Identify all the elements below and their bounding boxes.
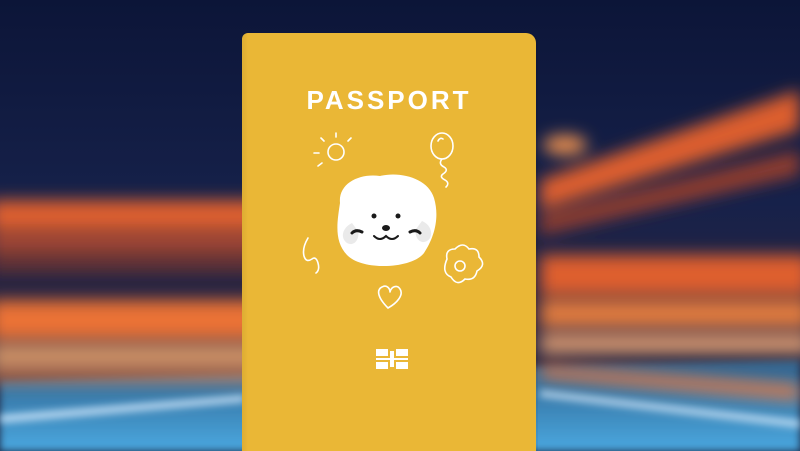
flower-icon xyxy=(443,244,484,284)
scene: PASSPORT xyxy=(0,0,800,451)
passport-cover: PASSPORT xyxy=(242,33,536,451)
sun-icon xyxy=(313,132,352,167)
passport-doodles xyxy=(302,132,484,369)
chip-icon xyxy=(376,349,408,369)
balloon-icon xyxy=(430,132,454,188)
heart-icon xyxy=(377,285,402,309)
squiggle-icon xyxy=(302,237,320,274)
dog-face-icon xyxy=(337,174,437,267)
